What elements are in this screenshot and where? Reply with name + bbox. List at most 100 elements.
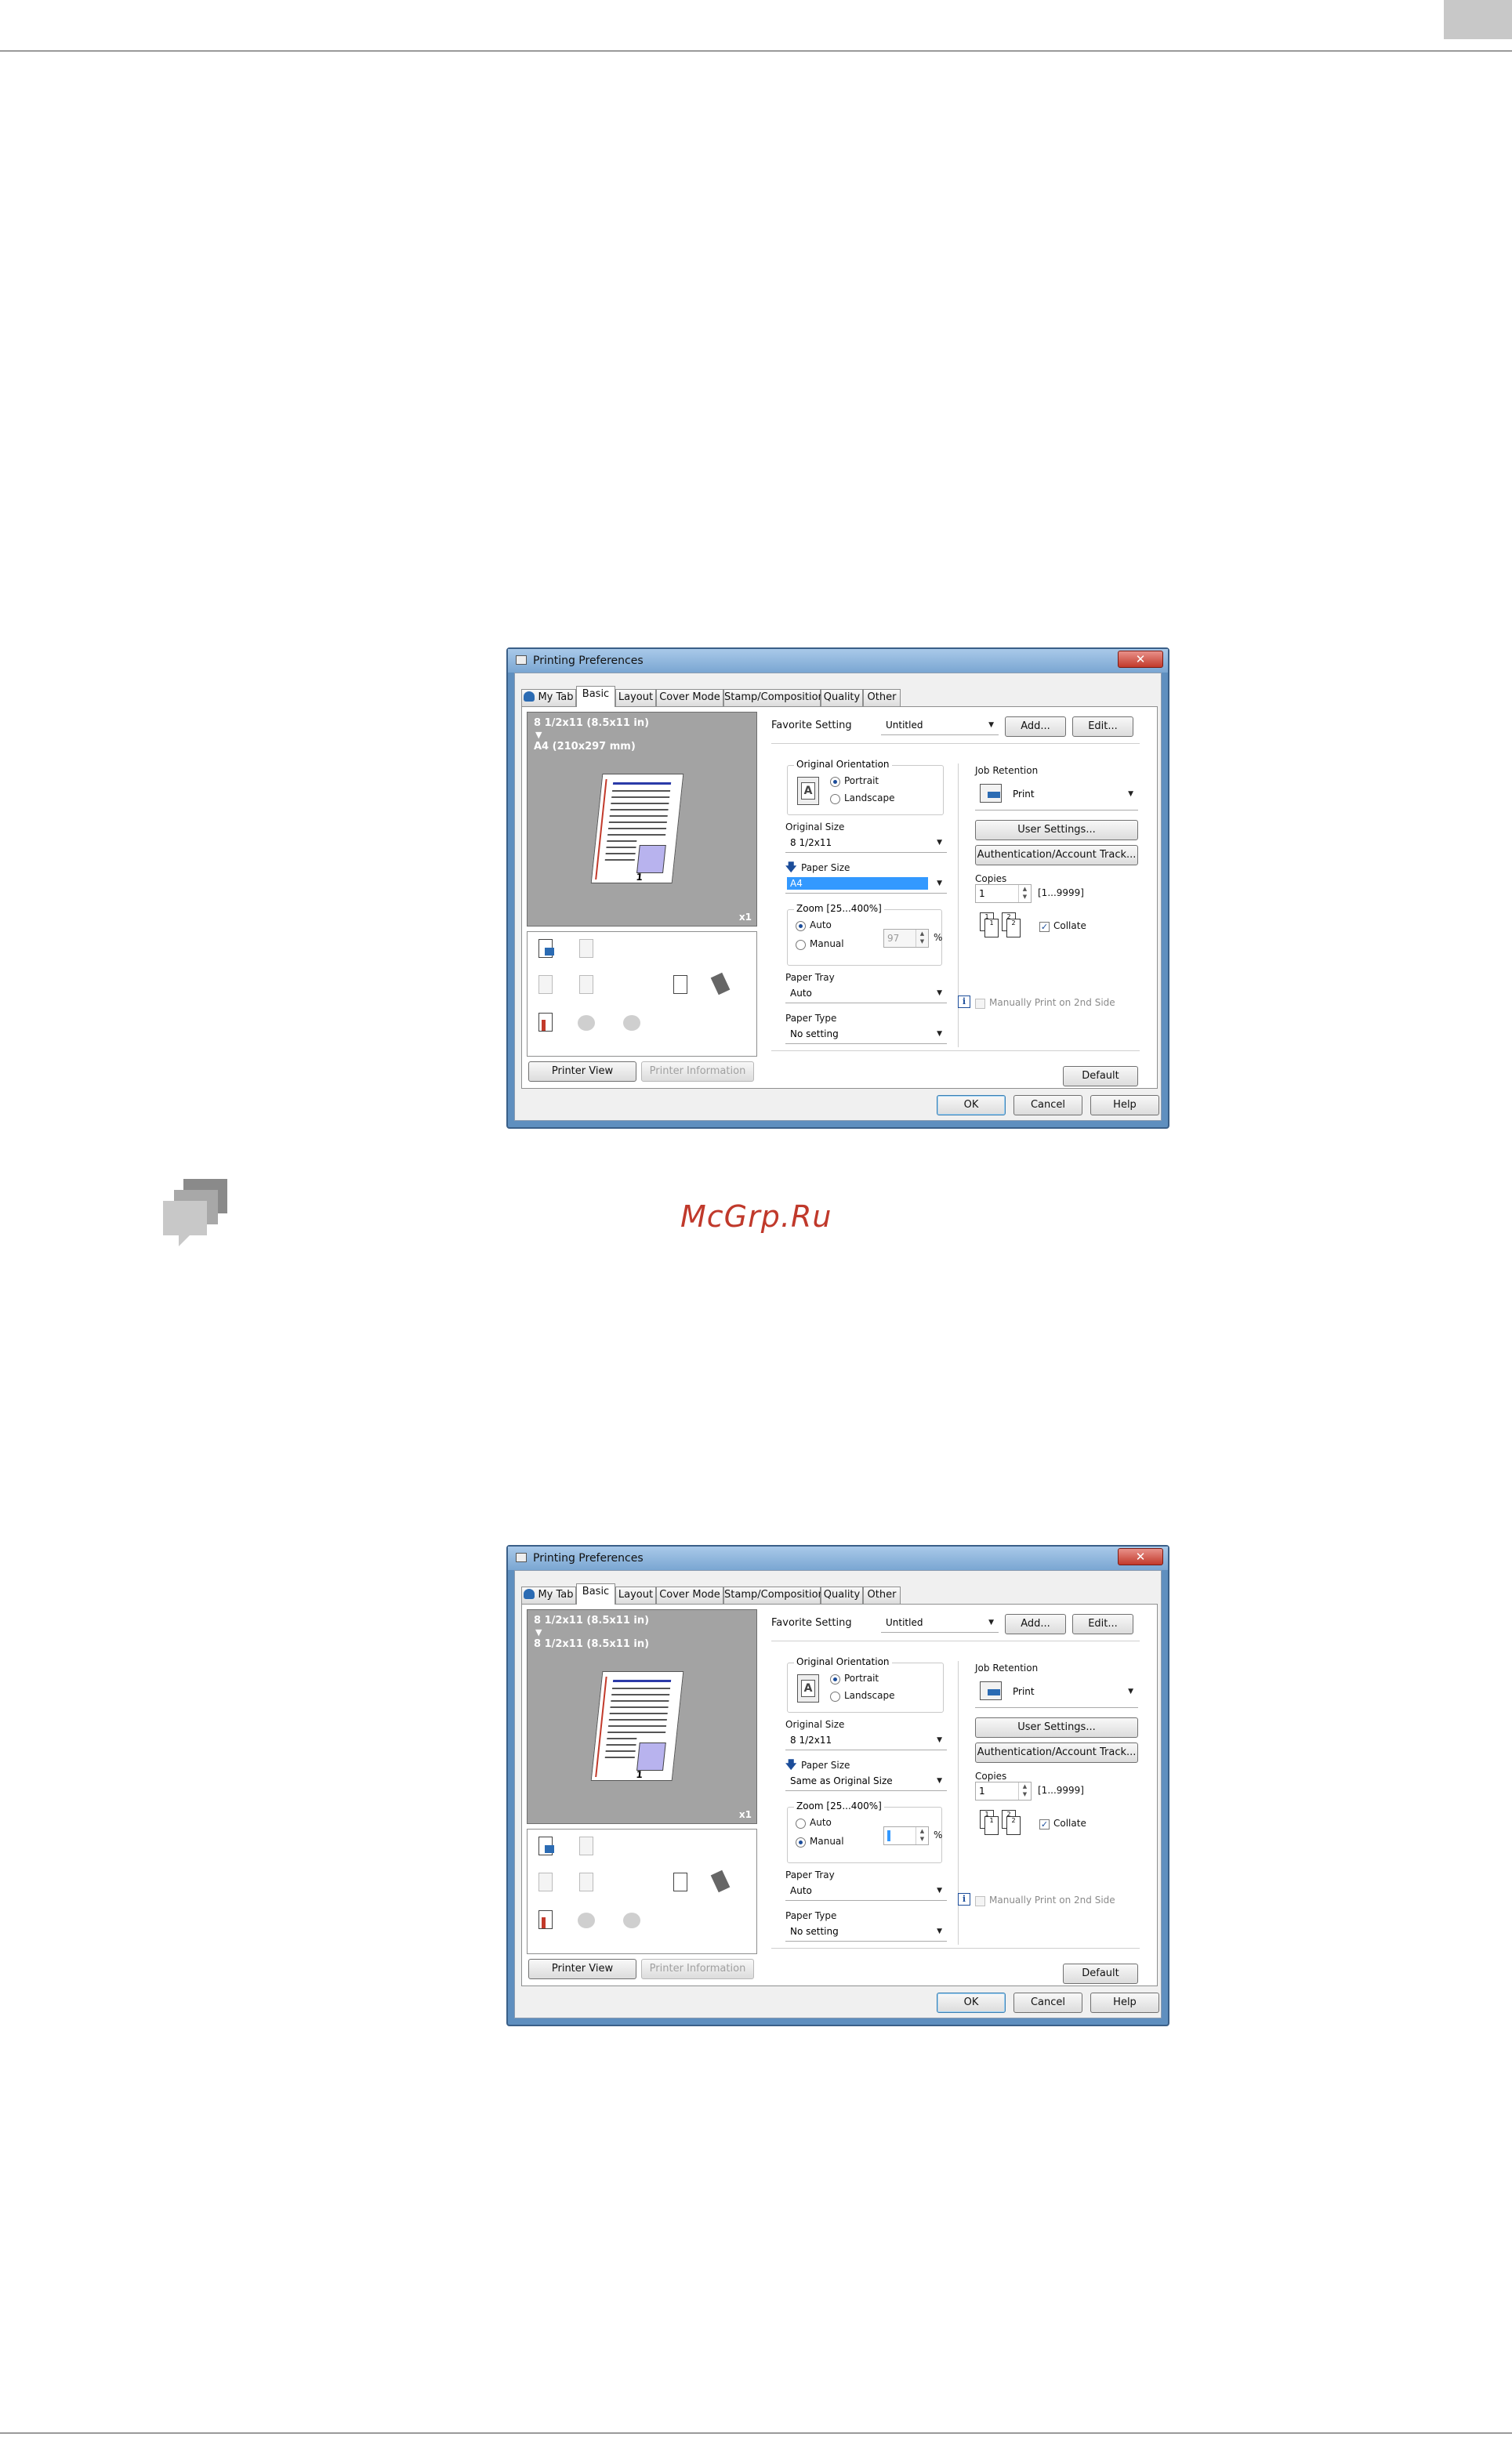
zoom-value (887, 1830, 890, 1841)
info-icon: i (958, 1893, 970, 1906)
paper-size-select[interactable]: A4 ▼ (785, 875, 947, 894)
ok-button[interactable]: OK (937, 1993, 1006, 2013)
printer-information-button[interactable]: Printer Information (641, 1061, 754, 1082)
default-button[interactable]: Default (1063, 1964, 1138, 1984)
punch-icon[interactable] (708, 972, 731, 996)
tab-basic[interactable]: Basic (576, 686, 615, 707)
paper-type-label: Paper Type (785, 1013, 837, 1024)
tab-quality[interactable]: Quality (821, 1587, 863, 1604)
tab-cover-mode[interactable]: Cover Mode (656, 689, 723, 706)
edit-button[interactable]: Edit... (1072, 716, 1133, 737)
zoom-stepper[interactable]: 97 ▲ ▼ (883, 929, 929, 948)
paper-size-label: Paper Size (801, 862, 850, 873)
title-bar[interactable]: Printing Preferences ✕ (508, 1547, 1168, 1570)
job-retention-select[interactable]: Print ▼ (975, 1677, 1138, 1708)
landscape-label: Landscape (844, 792, 895, 803)
page-preview-image: 1 (590, 774, 684, 883)
tab-basic[interactable]: Basic (576, 1583, 615, 1605)
paper-type-select[interactable]: No setting ▼ (785, 1923, 947, 1942)
default-button[interactable]: Default (1063, 1066, 1138, 1086)
tab-quality[interactable]: Quality (821, 689, 863, 706)
tab-other[interactable]: Other (863, 689, 901, 706)
ok-button[interactable]: OK (937, 1095, 1006, 1115)
copies-stepper[interactable]: 1 ▲ ▼ (975, 1782, 1032, 1801)
paper-tray-select[interactable]: Auto ▼ (785, 1882, 947, 1901)
punch-icon[interactable] (708, 1869, 731, 1894)
spin-arrows-icon[interactable]: ▲ ▼ (916, 1827, 928, 1844)
job-retention-select[interactable]: Print ▼ (975, 779, 1138, 811)
combine-icon (534, 973, 557, 996)
tab-layout[interactable]: Layout (615, 689, 656, 706)
zoom-auto-radio[interactable] (796, 1819, 806, 1829)
title-bar[interactable]: Printing Preferences ✕ (508, 649, 1168, 673)
chevron-down-icon: ▼ (937, 879, 942, 887)
printer-view-button[interactable]: Printer View (528, 1959, 636, 1979)
collate-checkbox[interactable]: ✓ (1039, 922, 1050, 932)
paper-size-select[interactable]: Same as Original Size ▼ (785, 1772, 947, 1791)
paper-tray-select[interactable]: Auto ▼ (785, 985, 947, 1003)
color-icon[interactable] (534, 1010, 557, 1034)
favorite-setting-select[interactable]: Untitled ▼ (881, 716, 999, 735)
preview-original-size: 8 1/2x11 (8.5x11 in) (534, 717, 650, 729)
zoom-auto-label: Auto (810, 1817, 832, 1828)
user-settings-button[interactable]: User Settings... (975, 1717, 1138, 1738)
zoom-auto-radio[interactable] (796, 921, 806, 931)
authentication-account-track-button[interactable]: Authentication/Account Track... (975, 845, 1138, 865)
portrait-radio[interactable] (830, 777, 840, 787)
printer-information-button[interactable]: Printer Information (641, 1959, 754, 1979)
zoom-unit: % (934, 1830, 943, 1840)
spin-arrows-icon[interactable]: ▲ ▼ (1018, 1782, 1031, 1800)
close-button[interactable]: ✕ (1118, 1548, 1163, 1565)
zoom-manual-radio[interactable] (796, 940, 806, 950)
tab-cover-mode[interactable]: Cover Mode (656, 1587, 723, 1604)
help-button[interactable]: Help (1090, 1993, 1159, 2013)
paper-size-value: A4 (790, 878, 803, 889)
manual-2nd-side-checkbox[interactable] (975, 1896, 985, 1906)
copies-stepper[interactable]: 1 ▲ ▼ (975, 884, 1032, 903)
landscape-radio[interactable] (830, 1692, 840, 1702)
favorite-setting-select[interactable]: Untitled ▼ (881, 1614, 999, 1633)
original-size-select[interactable]: 8 1/2x11 ▼ (785, 1732, 947, 1750)
cancel-button[interactable]: Cancel (1013, 1993, 1082, 2013)
job-retention-label: Job Retention (975, 1663, 1039, 1674)
orientation-letter: A (801, 782, 815, 800)
close-button[interactable]: ✕ (1118, 651, 1163, 668)
collate-checkbox[interactable]: ✓ (1039, 1819, 1050, 1830)
copies-label: Copies (975, 1771, 1007, 1782)
tab-stamp-composition[interactable]: Stamp/Composition (723, 689, 825, 706)
add-button[interactable]: Add... (1005, 1614, 1066, 1634)
user-settings-button[interactable]: User Settings... (975, 820, 1138, 840)
cancel-button[interactable]: Cancel (1013, 1095, 1082, 1115)
print-function-icon[interactable] (534, 937, 557, 960)
help-button[interactable]: Help (1090, 1095, 1159, 1115)
landscape-radio[interactable] (830, 794, 840, 804)
manual-2nd-side-checkbox[interactable] (975, 999, 985, 1009)
zoom-stepper[interactable]: ▲ ▼ (883, 1826, 929, 1845)
printer-view-button[interactable]: Printer View (528, 1061, 636, 1082)
tab-layout[interactable]: Layout (615, 1587, 656, 1604)
portrait-radio[interactable] (830, 1674, 840, 1685)
zoom-manual-radio[interactable] (796, 1837, 806, 1848)
original-size-select[interactable]: 8 1/2x11 ▼ (785, 834, 947, 853)
spin-arrows-icon[interactable]: ▲ ▼ (916, 930, 928, 947)
authentication-account-track-button[interactable]: Authentication/Account Track... (975, 1743, 1138, 1763)
color-icon[interactable] (534, 1908, 557, 1931)
paper-type-select[interactable]: No setting ▼ (785, 1025, 947, 1044)
collate-label: Collate (1053, 1818, 1086, 1829)
preview-copy-count: x1 (738, 912, 752, 923)
print-function-icon[interactable] (534, 1834, 557, 1858)
zoom-manual-label: Manual (810, 938, 844, 949)
tab-my-tab[interactable]: My Tab (521, 689, 576, 706)
tab-my-tab[interactable]: My Tab (521, 1587, 576, 1604)
edit-button[interactable]: Edit... (1072, 1614, 1133, 1634)
stamp-icon[interactable] (669, 1870, 692, 1894)
stamp-icon[interactable] (669, 973, 692, 996)
footer-rule (0, 2432, 1512, 2434)
dialog-client: My Tab Basic Layout Cover Mode Stamp/Com… (514, 1570, 1162, 2018)
add-button[interactable]: Add... (1005, 716, 1066, 737)
spin-arrows-icon[interactable]: ▲ ▼ (1018, 885, 1031, 902)
tab-other[interactable]: Other (863, 1587, 901, 1604)
zoom-title: Zoom [25...400%] (794, 1801, 884, 1811)
page-corner-tab (1444, 0, 1512, 39)
tab-stamp-composition[interactable]: Stamp/Composition (723, 1587, 825, 1604)
